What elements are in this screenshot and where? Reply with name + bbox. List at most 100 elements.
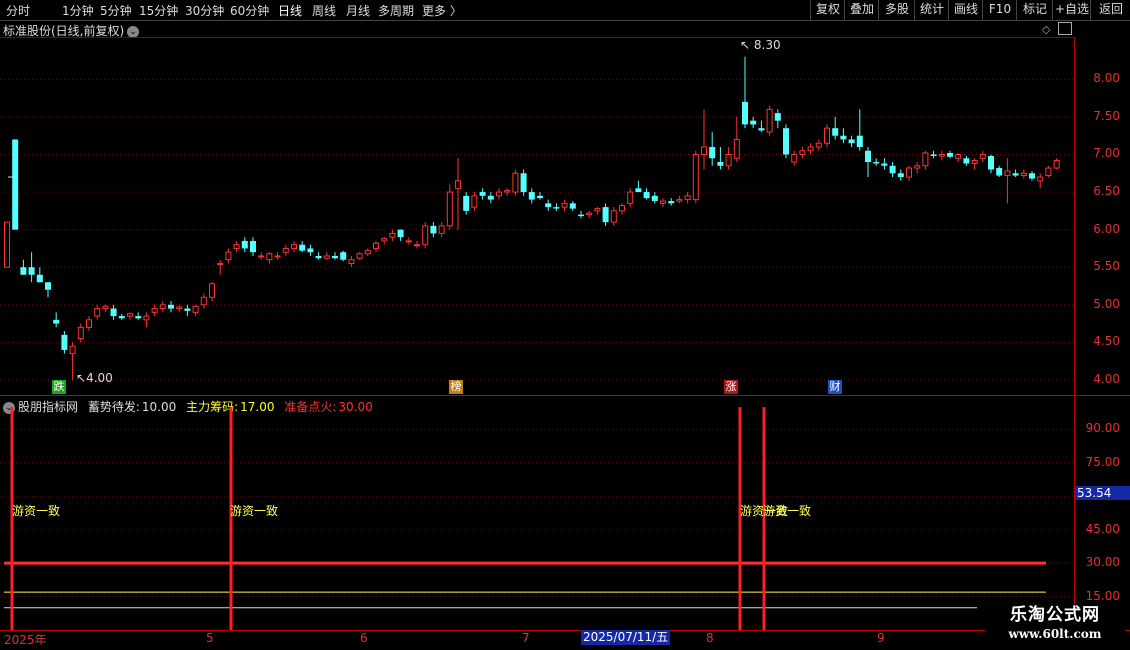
event-marker-die[interactable]: 跌 (52, 380, 66, 394)
candle-body-up (94, 308, 101, 317)
candle-body-up (561, 202, 568, 208)
candle-body-down (479, 192, 486, 196)
event-marker-cai[interactable]: 财 (828, 380, 842, 394)
candle-body-up (438, 225, 445, 234)
candle-body-up (684, 195, 691, 201)
candle-body-up (922, 152, 929, 167)
candle-body-down (1012, 173, 1019, 176)
candle-body-down (118, 316, 125, 319)
candle-body-up (676, 199, 683, 202)
candle-body-up (807, 146, 814, 152)
event-marker-zhang[interactable]: 涨 (724, 380, 738, 394)
signal-label: 游资一致 (12, 504, 61, 518)
candle-body-down (184, 308, 191, 311)
candle-body-up (496, 191, 502, 197)
low-price-marker: ↖4.00 (76, 371, 113, 385)
candle-body-up (471, 195, 478, 208)
candle-body-up (1045, 167, 1052, 177)
f10-button[interactable]: F10 (982, 0, 1017, 20)
candle-body-down (12, 139, 19, 230)
candle-body-up (364, 250, 371, 255)
price-tick-label: 7.00 (1093, 146, 1120, 161)
period-tab-5min[interactable]: 5分钟 (100, 2, 132, 19)
candle-body-down (110, 308, 117, 317)
candle-body-up (1053, 160, 1060, 169)
candle-body-down (873, 162, 880, 164)
date-label: 7 (522, 631, 530, 645)
candle-body-up (143, 315, 150, 321)
statistics-button[interactable]: 统计 (914, 0, 949, 20)
candle-body-down (783, 128, 789, 155)
date-label: 8 (706, 631, 714, 645)
period-tab-multi[interactable]: 多周期 (378, 2, 414, 19)
candle-body-up (4, 221, 10, 268)
candle-body-down (947, 152, 953, 157)
event-marker-bang[interactable]: 榜 (449, 380, 463, 394)
candle-body-down (750, 120, 757, 125)
candle-body-down (135, 316, 142, 319)
candle-body-down (742, 101, 748, 125)
candle-body-up (594, 208, 601, 212)
fuquan-button[interactable]: 复权 (810, 0, 845, 20)
candle-body-up (381, 238, 388, 242)
overlay-button[interactable]: 叠加 (844, 0, 879, 20)
candle-body-down (241, 240, 248, 249)
candle-body-down (865, 150, 871, 163)
candle-body-up (282, 247, 289, 253)
candle-body-down (520, 173, 527, 193)
candle-body-up (323, 255, 330, 259)
period-tab-15min[interactable]: 15分钟 (139, 2, 178, 19)
candle-body-up (586, 212, 593, 216)
candle-body-up (725, 153, 732, 167)
indicator-tick-label: 15.00 (1085, 588, 1120, 603)
candle-body-up (791, 153, 798, 163)
candle-body-up (906, 167, 912, 178)
candle-body-down (930, 154, 937, 156)
candle-body-down (315, 255, 322, 259)
candle-body-down (528, 192, 535, 200)
period-tab-weekly[interactable]: 周线 (312, 2, 336, 19)
indicator-chart[interactable] (0, 396, 1074, 630)
period-tab-60min[interactable]: 60分钟 (230, 2, 269, 19)
period-tab-fenshi[interactable]: 分时 (6, 2, 30, 19)
candle-body-up (102, 305, 109, 310)
candle-body-up (192, 305, 199, 313)
window-toggle-icon[interactable] (1058, 22, 1072, 35)
candle-body-up (414, 244, 420, 247)
candle-body-up (971, 160, 978, 165)
candle-body-down (45, 282, 51, 290)
candle-body-up (77, 326, 84, 340)
candle-body-down (168, 304, 174, 309)
back-button[interactable]: 返回 (1090, 0, 1130, 20)
price-tick-label: 4.50 (1093, 334, 1120, 349)
candle-body-up (660, 200, 666, 204)
period-toolbar: 分时 1分钟 5分钟 15分钟 30分钟 60分钟 日线 周线 月线 多周期 更… (0, 0, 1130, 21)
period-tab-daily[interactable]: 日线 (278, 2, 302, 19)
price-tick-label: 5.50 (1093, 259, 1120, 274)
draw-line-button[interactable]: 画线 (948, 0, 983, 20)
candle-body-up (815, 142, 822, 148)
low-price-value: 4.00 (86, 371, 113, 385)
mark-button[interactable]: 标记 (1016, 0, 1053, 20)
period-tab-30min[interactable]: 30分钟 (185, 2, 224, 19)
period-tab-monthly[interactable]: 月线 (346, 2, 370, 19)
candle-body-up (446, 191, 453, 227)
candle-body-down (651, 195, 658, 202)
candle-body-up (258, 255, 265, 258)
candle-body-up (69, 345, 76, 355)
multi-stock-button[interactable]: 多股 (878, 0, 915, 20)
high-price-value: 8.30 (753, 38, 781, 52)
date-label: 5 (206, 631, 214, 645)
candlestick-chart[interactable] (0, 38, 1074, 395)
candle-body-down (28, 267, 35, 275)
chevron-down-icon[interactable]: ⌄ (127, 25, 140, 38)
diamond-icon[interactable]: ◇ (1042, 23, 1050, 36)
period-tab-1min[interactable]: 1分钟 (62, 2, 94, 19)
add-watchlist-button[interactable]: +自选 (1052, 0, 1091, 20)
period-tab-more[interactable]: 更多 〉 (422, 2, 462, 19)
candle-body-up (151, 308, 158, 313)
candle-body-down (463, 195, 470, 211)
candle-body-down (832, 128, 839, 136)
candle-body-up (914, 165, 921, 169)
watermark-url: www.60lt.com (1008, 627, 1102, 641)
